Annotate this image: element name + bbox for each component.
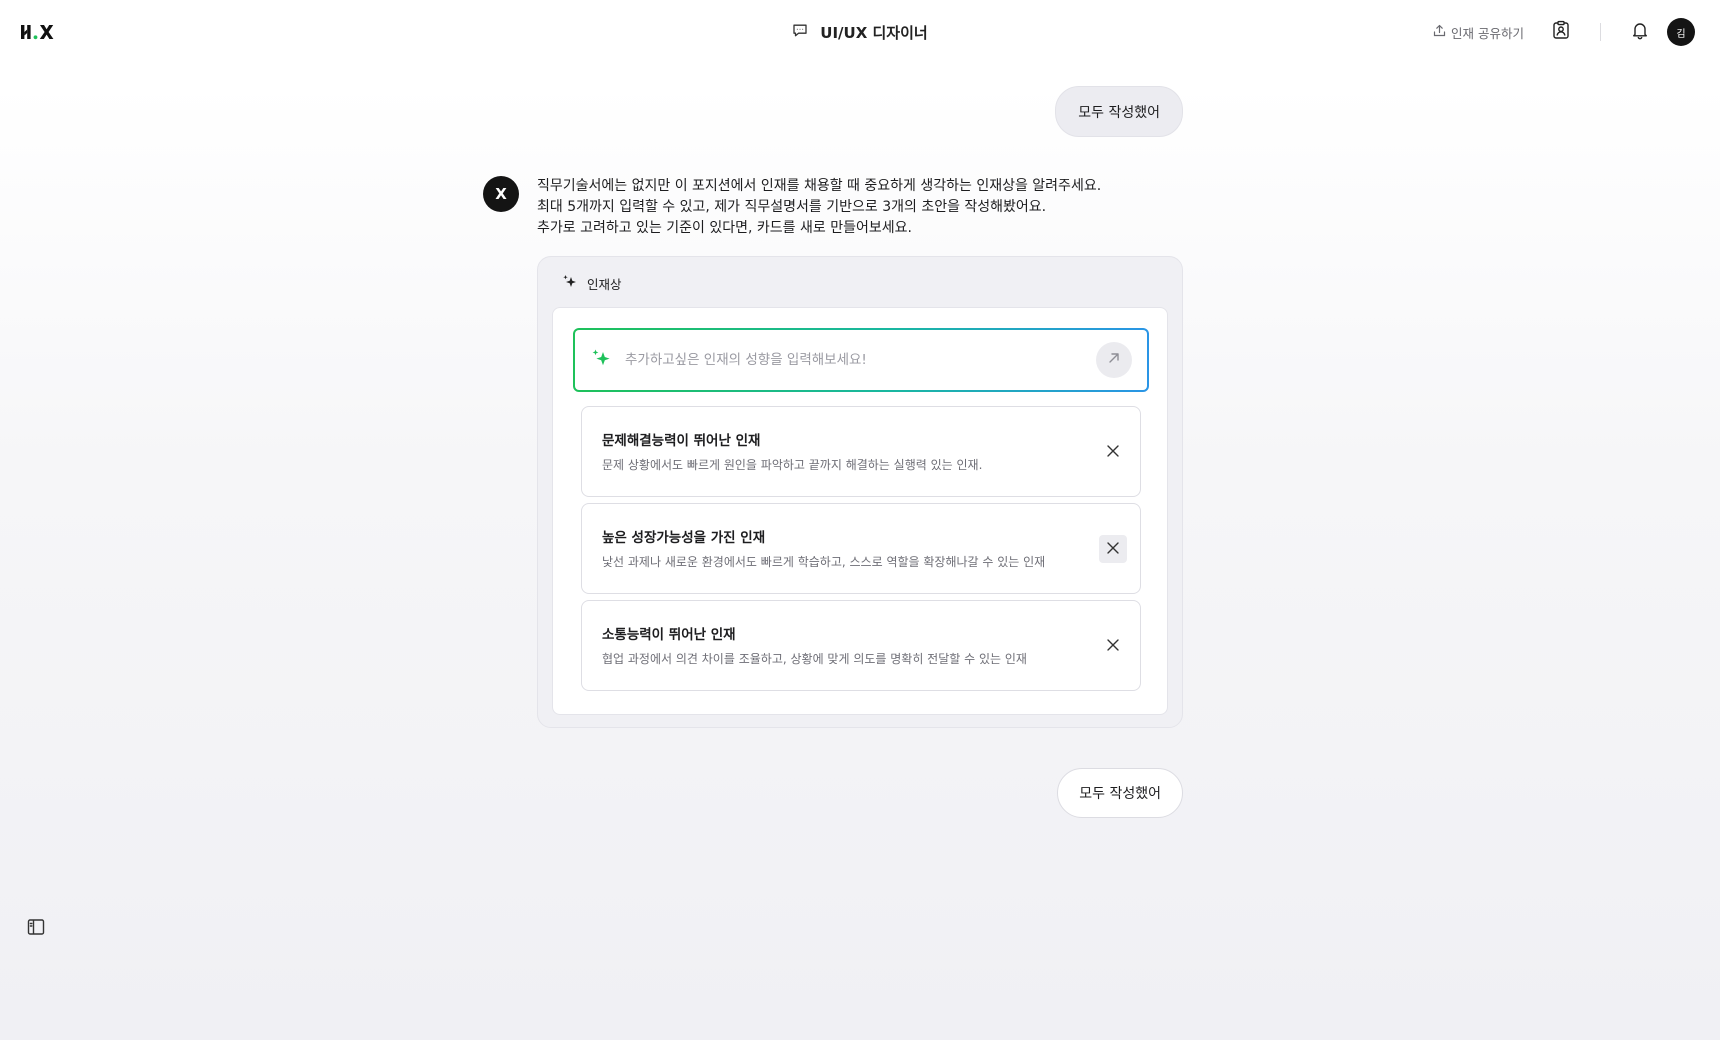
arrow-up-right-icon	[1106, 350, 1122, 370]
notification-button[interactable]	[1625, 17, 1655, 47]
close-icon	[1106, 637, 1120, 656]
talent-input-box	[573, 328, 1149, 392]
header-divider	[1600, 23, 1601, 41]
done-button[interactable]: 모두 작성했어	[1057, 768, 1183, 818]
id-badge-icon	[1551, 20, 1571, 44]
remove-card-button[interactable]	[1099, 632, 1127, 660]
share-talent-label: 인재 공유하기	[1451, 25, 1524, 41]
assistant-message-line: 추가로 고려하고 있는 기준이 있다면, 카드를 새로 만들어보세요.	[537, 220, 912, 236]
chat-bubble-icon	[792, 22, 808, 42]
bell-icon	[1630, 20, 1650, 44]
talent-card-title: 문제해결능력이 뛰어난 인재	[602, 433, 761, 449]
upload-icon	[1433, 24, 1446, 40]
profile-card-button[interactable]	[1546, 17, 1576, 47]
talent-card: 높은 성장가능성을 가진 인재 낯선 과제나 새로운 환경에서도 빠르게 학습하…	[581, 503, 1141, 594]
remove-card-button[interactable]	[1099, 438, 1127, 466]
panel-header: 인재상	[562, 273, 622, 293]
job-title: UI/UX 디자이너	[820, 23, 928, 42]
sparkle-icon	[591, 348, 611, 372]
close-icon	[1106, 443, 1120, 462]
user-avatar[interactable]: 김	[1667, 18, 1695, 46]
header-actions: 인재 공유하기 김	[1433, 17, 1695, 47]
talent-card-description: 낯선 과제나 새로운 환경에서도 빠르게 학습하고, 스스로 역할을 확장해나갈…	[602, 555, 1046, 569]
assistant-message: 직무기술서에는 없지만 이 포지션에서 인재를 채용할 때 중요하게 생각하는 …	[537, 176, 1187, 239]
sidebar-toggle-button[interactable]	[24, 917, 48, 941]
talent-card-description: 문제 상황에서도 빠르게 원인을 파악하고 끝까지 해결하는 실행력 있는 인재…	[602, 458, 983, 472]
talent-card-title: 소통능력이 뛰어난 인재	[602, 627, 736, 643]
talent-input-wrapper	[575, 330, 1147, 390]
sidebar-toggle-icon	[27, 918, 45, 940]
send-button[interactable]	[1096, 342, 1132, 378]
talent-input[interactable]	[625, 352, 1096, 368]
remove-card-button[interactable]	[1099, 535, 1127, 563]
talent-card-title: 높은 성장가능성을 가진 인재	[602, 530, 766, 546]
user-message: 모두 작성했어	[1055, 86, 1183, 137]
assistant-message-line: 최대 5개까지 입력할 수 있고, 제가 직무설명서를 기반으로 3개의 초안을…	[537, 199, 1047, 215]
top-header: UI/UX 디자이너 인재 공유하기 김	[0, 0, 1720, 64]
sparkle-icon	[562, 274, 577, 292]
talent-card: 문제해결능력이 뛰어난 인재 문제 상황에서도 빠르게 원인을 파악하고 끝까지…	[581, 406, 1141, 497]
assistant-avatar: X	[483, 176, 519, 212]
talent-profile-panel: 인재상 추가하고싶은 인재의 성향을 입력해보세요! 문제해결능력이 뛰어난 인…	[537, 256, 1183, 728]
talent-card-description: 협업 과정에서 의견 차이를 조율하고, 상황에 맞게 의도를 명확히 전달할 …	[602, 652, 1027, 666]
assistant-message-line: 직무기술서에는 없지만 이 포지션에서 인재를 채용할 때 중요하게 생각하는 …	[537, 178, 1102, 194]
share-talent-button[interactable]: 인재 공유하기	[1433, 23, 1524, 42]
talent-card-list: 문제해결능력이 뛰어난 인재 문제 상황에서도 빠르게 원인을 파악하고 끝까지…	[552, 307, 1168, 715]
close-icon	[1106, 540, 1120, 559]
panel-title: 인재상	[587, 276, 622, 292]
talent-card: 소통능력이 뛰어난 인재 협업 과정에서 의견 차이를 조율하고, 상황에 맞게…	[581, 600, 1141, 691]
